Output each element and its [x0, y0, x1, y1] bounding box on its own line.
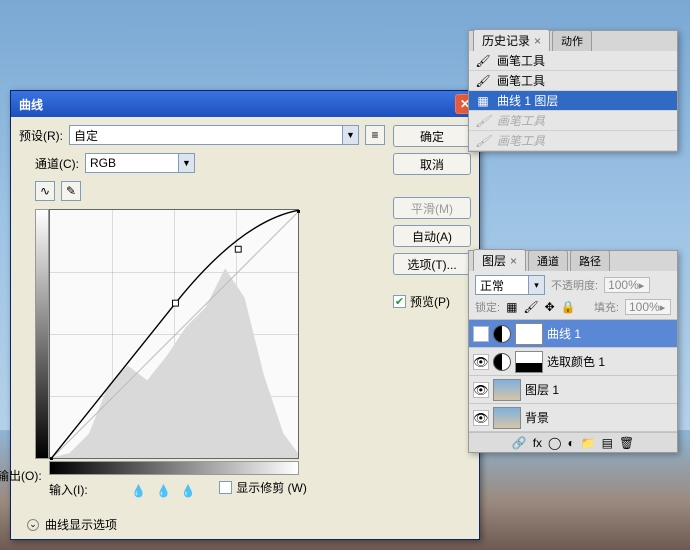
- show-clipping-label: 显示修剪 (W): [236, 479, 307, 496]
- blend-mode-select[interactable]: 正常▾: [475, 275, 545, 295]
- layer-mask-thumb[interactable]: [515, 323, 543, 345]
- curves-dialog: 曲线 ✕ 预设(R): 自定 ▼ ≡ 通道(C): RGB ▼ ∿: [10, 90, 480, 540]
- ok-button[interactable]: 确定: [393, 125, 471, 147]
- gray-point-eyedropper-icon[interactable]: 💧: [156, 484, 171, 498]
- curve-point-tool[interactable]: ∿: [35, 181, 55, 201]
- visibility-toggle[interactable]: 👁: [473, 326, 489, 342]
- tab-channels[interactable]: 通道: [528, 250, 568, 271]
- tab-layers[interactable]: 图层×: [473, 249, 526, 271]
- brush-icon: 🖌: [475, 74, 491, 88]
- layer-name: 选取颜色 1: [547, 353, 605, 370]
- history-item[interactable]: 🖌画笔工具: [469, 111, 677, 131]
- adjustment-layer-icon: ▦: [475, 94, 491, 108]
- layer-name: 曲线 1: [547, 325, 581, 342]
- layer-row[interactable]: 👁 曲线 1: [469, 320, 677, 348]
- dialog-titlebar[interactable]: 曲线 ✕: [11, 91, 479, 117]
- history-item[interactable]: 🖌画笔工具: [469, 131, 677, 151]
- layer-row[interactable]: 👁 选取颜色 1: [469, 348, 677, 376]
- curve-pencil-tool[interactable]: ✎: [61, 181, 81, 201]
- layer-row[interactable]: 👁 图层 1: [469, 376, 677, 404]
- fill-label: 填充:: [594, 299, 619, 315]
- opacity-label: 不透明度:: [551, 277, 598, 293]
- tab-history[interactable]: 历史记录×: [473, 29, 550, 51]
- chevron-down-icon: ▾: [528, 276, 544, 294]
- visibility-toggle[interactable]: 👁: [473, 354, 489, 370]
- preview-label: 预览(P): [410, 293, 450, 310]
- link-layers-icon[interactable]: 🔗: [512, 436, 527, 450]
- tab-actions[interactable]: 动作: [552, 30, 592, 51]
- input-gradient: [49, 461, 299, 475]
- layer-name: 图层 1: [525, 381, 559, 398]
- delete-layer-icon[interactable]: 🗑: [619, 436, 634, 450]
- input-label: 输入(I):: [49, 483, 88, 497]
- show-clipping-checkbox[interactable]: [219, 481, 232, 494]
- new-group-icon[interactable]: 📁: [581, 436, 596, 450]
- fill-input[interactable]: 100% ▸: [625, 299, 671, 315]
- preset-menu-button[interactable]: ≡: [365, 125, 385, 145]
- layer-mask-thumb[interactable]: [515, 351, 543, 373]
- lock-position-icon[interactable]: ✥: [545, 300, 555, 314]
- tab-paths[interactable]: 路径: [570, 250, 610, 271]
- selective-color-icon: [493, 353, 511, 371]
- expand-display-options[interactable]: ⌄: [27, 519, 39, 531]
- curve-editor[interactable]: 输出(O):: [35, 209, 385, 459]
- lock-label: 锁定:: [475, 299, 500, 315]
- layer-list: 👁 曲线 1 👁 选取颜色 1 👁 图层 1 👁 背景: [469, 320, 677, 432]
- black-point-eyedropper-icon[interactable]: 💧: [131, 484, 146, 498]
- add-mask-icon[interactable]: ◯: [548, 436, 561, 450]
- close-icon[interactable]: ×: [534, 34, 541, 48]
- history-panel: 历史记录× 动作 🖌画笔工具 🖌画笔工具 ▦曲线 1 图层 🖌画笔工具 🖌画笔工…: [468, 30, 678, 152]
- curve-grid[interactable]: [49, 209, 299, 459]
- history-item[interactable]: ▦曲线 1 图层: [469, 91, 677, 111]
- channel-select[interactable]: RGB ▼: [85, 153, 195, 173]
- new-layer-icon[interactable]: ▤: [602, 436, 613, 450]
- preset-label: 预设(R):: [19, 127, 63, 144]
- layers-footer: 🔗 fx ◯ ◐ 📁 ▤ 🗑: [469, 432, 677, 452]
- visibility-toggle[interactable]: 👁: [473, 382, 489, 398]
- layers-tabs: 图层× 通道 路径: [469, 251, 677, 271]
- brush-icon: 🖌: [475, 54, 491, 68]
- history-item[interactable]: 🖌画笔工具: [469, 71, 677, 91]
- layer-row[interactable]: 👁 背景: [469, 404, 677, 432]
- output-gradient: [35, 209, 49, 459]
- layer-thumb[interactable]: [493, 379, 521, 401]
- auto-button[interactable]: 自动(A): [393, 225, 471, 247]
- chevron-down-icon: ▼: [342, 126, 358, 144]
- opacity-input[interactable]: 100% ▸: [604, 277, 650, 293]
- white-point-eyedropper-icon[interactable]: 💧: [181, 484, 196, 498]
- history-tabs: 历史记录× 动作: [469, 31, 677, 51]
- brush-icon: 🖌: [475, 114, 491, 128]
- curves-adjustment-icon: [493, 325, 511, 343]
- preview-checkbox[interactable]: ✔: [393, 295, 406, 308]
- lock-image-icon[interactable]: 🖌: [523, 300, 538, 314]
- visibility-toggle[interactable]: 👁: [473, 410, 489, 426]
- smooth-button: 平滑(M): [393, 197, 471, 219]
- curve-line[interactable]: [50, 210, 300, 460]
- output-label: 输出(O):: [0, 467, 42, 484]
- history-item[interactable]: 🖌画笔工具: [469, 51, 677, 71]
- preset-select[interactable]: 自定 ▼: [69, 125, 359, 145]
- layers-panel: 图层× 通道 路径 正常▾ 不透明度: 100% ▸ 锁定: ▦ 🖌 ✥ 🔒 填…: [468, 250, 678, 453]
- layer-fx-icon[interactable]: fx: [533, 436, 542, 450]
- dialog-title: 曲线: [19, 96, 43, 113]
- chevron-down-icon: ▼: [178, 154, 194, 172]
- layer-name: 背景: [525, 409, 549, 426]
- channel-label: 通道(C):: [35, 155, 79, 172]
- close-icon[interactable]: ×: [510, 254, 517, 268]
- lock-all-icon[interactable]: 🔒: [561, 300, 576, 314]
- new-adjustment-icon[interactable]: ◐: [567, 436, 574, 450]
- lock-transparent-icon[interactable]: ▦: [506, 300, 517, 314]
- preset-value: 自定: [74, 127, 98, 144]
- brush-icon: 🖌: [475, 134, 491, 148]
- history-list: 🖌画笔工具 🖌画笔工具 ▦曲线 1 图层 🖌画笔工具 🖌画笔工具: [469, 51, 677, 151]
- display-options-label: 曲线显示选项: [45, 516, 117, 533]
- layer-thumb[interactable]: [493, 407, 521, 429]
- channel-value: RGB: [90, 156, 116, 170]
- options-button[interactable]: 选项(T)...: [393, 253, 471, 275]
- cancel-button[interactable]: 取消: [393, 153, 471, 175]
